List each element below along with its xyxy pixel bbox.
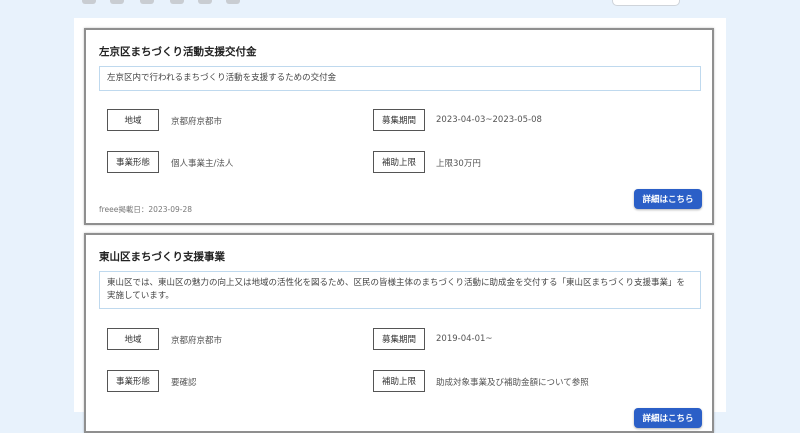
subsidy-limit-label: 補助上限	[373, 370, 425, 392]
business-type-value: 個人事業主/法人	[171, 159, 234, 169]
card-title: 左京区まちづくり活動支援交付金	[99, 46, 257, 58]
subsidy-limit-label: 補助上限	[373, 151, 425, 173]
period-label: 募集期間	[373, 109, 425, 131]
region-label: 地域	[107, 109, 159, 131]
top-nav-item[interactable]	[198, 0, 212, 4]
subsidy-card: 東山区まちづくり支援事業 東山区では、東山区の魅力の向上又は地域の活性化を図るた…	[84, 233, 714, 433]
region-value: 京都府京都市	[171, 336, 223, 346]
card-description: 東山区では、東山区の魅力の向上又は地域の活性化を図るため、区民の皆様主体のまちづ…	[99, 271, 701, 309]
business-type-label: 事業形態	[107, 370, 159, 392]
detail-button[interactable]: 詳細はこちら	[634, 408, 702, 428]
top-nav-item[interactable]	[140, 0, 154, 4]
detail-button[interactable]: 詳細はこちら	[634, 189, 702, 209]
region-label: 地域	[107, 328, 159, 350]
business-type-label: 事業形態	[107, 151, 159, 173]
card-description: 左京区内で行われるまちづくり活動を支援するための交付金	[99, 66, 701, 91]
top-bar	[0, 0, 800, 18]
period-value: 2019-04-01~	[436, 334, 493, 344]
results-panel: 左京区まちづくり活動支援交付金 左京区内で行われるまちづくり活動を支援するための…	[74, 18, 726, 433]
posted-date: freee掲載日：2023-09-28	[99, 205, 192, 214]
subsidy-limit-value: 上限30万円	[436, 159, 481, 169]
top-nav-item[interactable]	[170, 0, 184, 4]
card-title: 東山区まちづくり支援事業	[99, 251, 225, 263]
period-value: 2023-04-03~2023-05-08	[436, 115, 542, 125]
top-action-button[interactable]	[612, 0, 680, 6]
top-nav-item[interactable]	[110, 0, 124, 4]
subsidy-limit-value: 助成対象事業及び補助金額について参照	[436, 378, 589, 388]
subsidy-card: 左京区まちづくり活動支援交付金 左京区内で行われるまちづくり活動を支援するための…	[84, 28, 714, 225]
region-value: 京都府京都市	[171, 117, 223, 127]
top-nav-item[interactable]	[226, 0, 240, 4]
business-type-value: 要確認	[171, 378, 197, 388]
top-nav-item[interactable]	[82, 0, 96, 4]
period-label: 募集期間	[373, 328, 425, 350]
